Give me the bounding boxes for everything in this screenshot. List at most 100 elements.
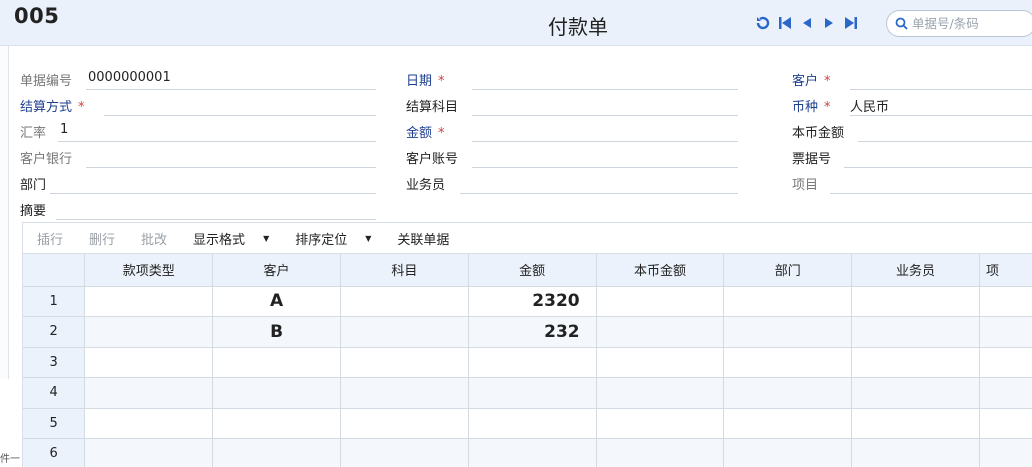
table-cell[interactable]	[340, 347, 469, 378]
table-cell[interactable]	[979, 316, 1032, 348]
refresh-icon[interactable]	[752, 13, 774, 33]
table-row[interactable]: 3	[23, 347, 1032, 378]
field-department[interactable]: 部门	[20, 170, 380, 194]
field-settle-method[interactable]: 结算方式 *	[20, 92, 380, 116]
field-summary[interactable]: 摘要	[20, 196, 380, 220]
table-cell[interactable]	[84, 316, 214, 348]
table-cell[interactable]	[212, 438, 341, 467]
table-cell[interactable]	[979, 438, 1032, 467]
table-cell[interactable]	[723, 438, 853, 467]
table-cell[interactable]	[340, 408, 469, 439]
table-row[interactable]: 4	[23, 377, 1032, 409]
insert-row-button[interactable]: 插行	[37, 229, 63, 248]
field-date[interactable]: 日期 *	[406, 66, 746, 90]
table-cell[interactable]	[596, 438, 725, 467]
table-cell[interactable]	[723, 286, 853, 317]
table-cell[interactable]	[979, 408, 1032, 439]
currency-value[interactable]: 人民币	[850, 96, 889, 115]
next-record-icon[interactable]	[818, 13, 840, 33]
table-cell[interactable]	[212, 377, 341, 409]
table-cell[interactable]: B	[212, 316, 341, 348]
field-currency[interactable]: 币种 * 人民币	[792, 92, 1032, 116]
table-cell[interactable]	[596, 347, 725, 378]
table-cell[interactable]	[979, 377, 1032, 409]
table-row[interactable]: 6	[23, 438, 1032, 467]
table-cell[interactable]	[468, 347, 597, 378]
last-record-icon[interactable]	[840, 13, 862, 33]
table-cell[interactable]	[851, 408, 980, 439]
table-cell[interactable]	[851, 316, 980, 348]
table-cell[interactable]	[340, 438, 469, 467]
table-cell[interactable]	[468, 438, 597, 467]
batch-edit-button[interactable]: 批改	[141, 229, 167, 248]
table-cell[interactable]	[723, 408, 853, 439]
table-cell[interactable]	[979, 347, 1032, 378]
row-number: 3	[23, 347, 86, 378]
column-header[interactable]: 客户	[212, 254, 341, 287]
summary-label: 摘要	[20, 204, 47, 219]
table-cell[interactable]	[84, 347, 214, 378]
table-cell[interactable]	[468, 408, 597, 439]
previous-record-icon[interactable]	[796, 13, 818, 33]
table-cell[interactable]	[212, 408, 341, 439]
column-header[interactable]: 业务员	[851, 254, 980, 287]
table-cell[interactable]	[340, 316, 469, 348]
table-cell[interactable]: A	[212, 286, 341, 317]
table-cell[interactable]	[851, 377, 980, 409]
table-cell[interactable]: 232	[468, 316, 597, 348]
table-cell[interactable]	[340, 377, 469, 409]
row-number-header	[23, 254, 86, 287]
table-cell[interactable]	[979, 286, 1032, 317]
field-salesman[interactable]: 业务员	[406, 170, 746, 194]
field-project[interactable]: 项目	[792, 170, 1032, 194]
table-cell[interactable]	[84, 438, 214, 467]
sort-locate-dropdown[interactable]: 排序定位 ▼	[295, 229, 371, 248]
related-docs-button[interactable]: 关联单据	[397, 229, 449, 248]
table-row[interactable]: 1 A 2320	[23, 286, 1032, 317]
first-record-icon[interactable]	[774, 13, 796, 33]
field-bill-no[interactable]: 票据号	[792, 144, 1032, 168]
table-cell[interactable]	[84, 377, 214, 409]
column-header[interactable]: 科目	[340, 254, 469, 287]
search-box[interactable]	[886, 10, 1032, 37]
table-cell[interactable]	[84, 286, 214, 317]
field-rate[interactable]: 汇率 1	[20, 118, 380, 142]
table-cell[interactable]	[596, 408, 725, 439]
bill-no-label: 票据号	[792, 152, 832, 167]
field-customer[interactable]: 客户 *	[792, 66, 1032, 90]
table-cell[interactable]	[84, 408, 214, 439]
table-cell[interactable]	[851, 347, 980, 378]
edge-text: 件一	[0, 454, 20, 465]
field-customer-bank[interactable]: 客户银行	[20, 144, 380, 168]
table-cell[interactable]	[723, 377, 853, 409]
doc-no-value[interactable]: 0000000001	[88, 70, 171, 85]
table-cell[interactable]	[596, 286, 725, 317]
field-settle-account[interactable]: 结算科目	[406, 92, 746, 116]
field-amount[interactable]: 金额 *	[406, 118, 746, 142]
table-cell[interactable]	[851, 438, 980, 467]
table-cell[interactable]: 2320	[468, 286, 597, 317]
search-input[interactable]	[912, 16, 1032, 31]
table-cell[interactable]	[340, 286, 469, 317]
table-row[interactable]: 5	[23, 408, 1032, 439]
date-label: 日期 *	[406, 74, 445, 89]
field-local-amount[interactable]: 本币金额	[792, 118, 1032, 142]
chevron-down-icon: ▼	[365, 233, 372, 243]
column-header[interactable]: 本币金额	[596, 254, 725, 287]
table-cell[interactable]	[723, 347, 853, 378]
table-cell[interactable]	[723, 316, 853, 348]
rate-value[interactable]: 1	[60, 122, 68, 137]
column-header[interactable]: 项	[979, 254, 1032, 287]
table-cell[interactable]	[596, 316, 725, 348]
table-cell[interactable]	[596, 377, 725, 409]
table-cell[interactable]	[468, 377, 597, 409]
display-format-dropdown[interactable]: 显示格式 ▼	[193, 229, 269, 248]
table-row[interactable]: 2 B 232	[23, 316, 1032, 348]
table-cell[interactable]	[212, 347, 341, 378]
column-header[interactable]: 金额	[468, 254, 597, 287]
table-cell[interactable]	[851, 286, 980, 317]
delete-row-button[interactable]: 删行	[89, 229, 115, 248]
field-customer-account[interactable]: 客户账号	[406, 144, 746, 168]
column-header[interactable]: 部门	[723, 254, 853, 287]
column-header[interactable]: 款项类型	[84, 254, 214, 287]
